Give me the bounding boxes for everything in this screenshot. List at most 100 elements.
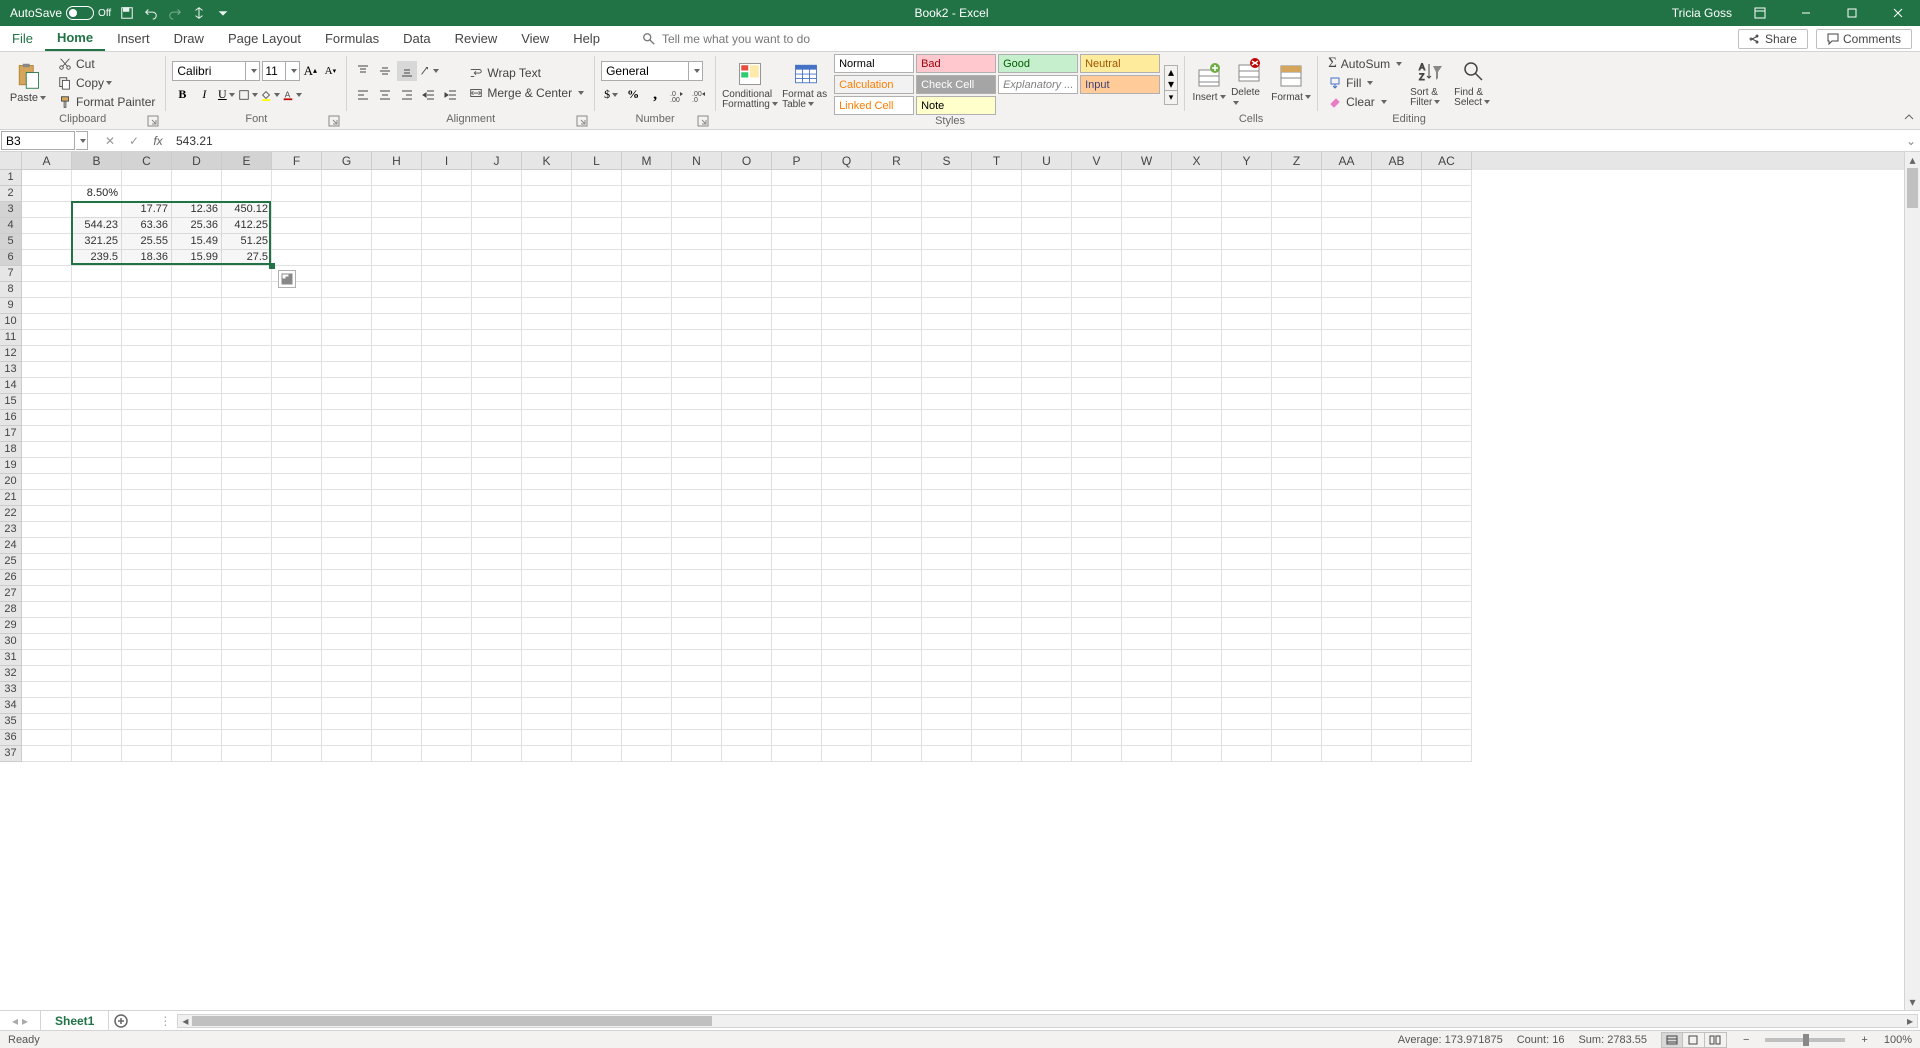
cell-AC29[interactable] — [1422, 618, 1472, 634]
cell-Q17[interactable] — [822, 426, 872, 442]
autosave-toggle[interactable]: AutoSave Off — [10, 6, 111, 20]
cell-U20[interactable] — [1022, 474, 1072, 490]
cell-J9[interactable] — [472, 298, 522, 314]
cell-P11[interactable] — [772, 330, 822, 346]
cell-X6[interactable] — [1172, 250, 1222, 266]
cell-L13[interactable] — [572, 362, 622, 378]
cell-H36[interactable] — [372, 730, 422, 746]
cell-Z31[interactable] — [1272, 650, 1322, 666]
cell-O13[interactable] — [722, 362, 772, 378]
cell-V17[interactable] — [1072, 426, 1122, 442]
cell-R31[interactable] — [872, 650, 922, 666]
cell-Y2[interactable] — [1222, 186, 1272, 202]
cell-L5[interactable] — [572, 234, 622, 250]
cell-K12[interactable] — [522, 346, 572, 362]
cell-K37[interactable] — [522, 746, 572, 762]
cell-AC1[interactable] — [1422, 170, 1472, 186]
cell-L37[interactable] — [572, 746, 622, 762]
cell-AA22[interactable] — [1322, 506, 1372, 522]
cell-C27[interactable] — [122, 586, 172, 602]
row-header-10[interactable]: 10 — [0, 314, 22, 330]
cell-B23[interactable] — [72, 522, 122, 538]
cell-B15[interactable] — [72, 394, 122, 410]
cell-Y36[interactable] — [1222, 730, 1272, 746]
cell-S6[interactable] — [922, 250, 972, 266]
cell-N11[interactable] — [672, 330, 722, 346]
redo-icon[interactable] — [167, 5, 183, 21]
cell-Z28[interactable] — [1272, 602, 1322, 618]
cell-B25[interactable] — [72, 554, 122, 570]
cell-H16[interactable] — [372, 410, 422, 426]
cell-Z9[interactable] — [1272, 298, 1322, 314]
cell-A23[interactable] — [22, 522, 72, 538]
cell-J10[interactable] — [472, 314, 522, 330]
cell-Q29[interactable] — [822, 618, 872, 634]
row-header-4[interactable]: 4 — [0, 218, 22, 234]
cell-R18[interactable] — [872, 442, 922, 458]
cell-I19[interactable] — [422, 458, 472, 474]
cell-M30[interactable] — [622, 634, 672, 650]
cell-X36[interactable] — [1172, 730, 1222, 746]
cell-L27[interactable] — [572, 586, 622, 602]
cell-E19[interactable] — [222, 458, 272, 474]
cell-B24[interactable] — [72, 538, 122, 554]
row-header-6[interactable]: 6 — [0, 250, 22, 266]
cell-N4[interactable] — [672, 218, 722, 234]
cell-E32[interactable] — [222, 666, 272, 682]
cell-B28[interactable] — [72, 602, 122, 618]
cell-D17[interactable] — [172, 426, 222, 442]
col-header-AA[interactable]: AA — [1322, 152, 1372, 170]
view-page-layout-icon[interactable] — [1683, 1032, 1705, 1048]
cell-V22[interactable] — [1072, 506, 1122, 522]
cell-N13[interactable] — [672, 362, 722, 378]
cell-AB25[interactable] — [1372, 554, 1422, 570]
cell-C3[interactable]: 17.77 — [122, 202, 172, 218]
cell-K6[interactable] — [522, 250, 572, 266]
cell-R28[interactable] — [872, 602, 922, 618]
cell-B2[interactable]: 8.50% — [72, 186, 122, 202]
cell-J18[interactable] — [472, 442, 522, 458]
cell-W28[interactable] — [1122, 602, 1172, 618]
cell-H7[interactable] — [372, 266, 422, 282]
cell-O14[interactable] — [722, 378, 772, 394]
row-header-30[interactable]: 30 — [0, 634, 22, 650]
cell-A6[interactable] — [22, 250, 72, 266]
cell-Z6[interactable] — [1272, 250, 1322, 266]
cell-W8[interactable] — [1122, 282, 1172, 298]
cell-S27[interactable] — [922, 586, 972, 602]
cell-K9[interactable] — [522, 298, 572, 314]
cell-K33[interactable] — [522, 682, 572, 698]
cell-D3[interactable]: 12.36 — [172, 202, 222, 218]
cell-B30[interactable] — [72, 634, 122, 650]
cell-AB36[interactable] — [1372, 730, 1422, 746]
cell-M36[interactable] — [622, 730, 672, 746]
cell-U33[interactable] — [1022, 682, 1072, 698]
cell-Z12[interactable] — [1272, 346, 1322, 362]
cell-P17[interactable] — [772, 426, 822, 442]
cell-S13[interactable] — [922, 362, 972, 378]
row-header-14[interactable]: 14 — [0, 378, 22, 394]
cell-I32[interactable] — [422, 666, 472, 682]
zoom-level[interactable]: 100% — [1884, 1034, 1912, 1046]
cell-G27[interactable] — [322, 586, 372, 602]
cell-T34[interactable] — [972, 698, 1022, 714]
cell-P34[interactable] — [772, 698, 822, 714]
cell-R2[interactable] — [872, 186, 922, 202]
cell-B36[interactable] — [72, 730, 122, 746]
cell-L14[interactable] — [572, 378, 622, 394]
cell-U37[interactable] — [1022, 746, 1072, 762]
cell-H3[interactable] — [372, 202, 422, 218]
orientation-icon[interactable] — [419, 61, 439, 81]
cell-I2[interactable] — [422, 186, 472, 202]
cell-S31[interactable] — [922, 650, 972, 666]
cell-Y7[interactable] — [1222, 266, 1272, 282]
cell-K20[interactable] — [522, 474, 572, 490]
col-header-I[interactable]: I — [422, 152, 472, 170]
fill-color-button[interactable] — [260, 85, 280, 105]
cell-H24[interactable] — [372, 538, 422, 554]
view-page-break-icon[interactable] — [1705, 1032, 1727, 1048]
cell-N27[interactable] — [672, 586, 722, 602]
cell-D11[interactable] — [172, 330, 222, 346]
cell-K11[interactable] — [522, 330, 572, 346]
cell-U28[interactable] — [1022, 602, 1072, 618]
